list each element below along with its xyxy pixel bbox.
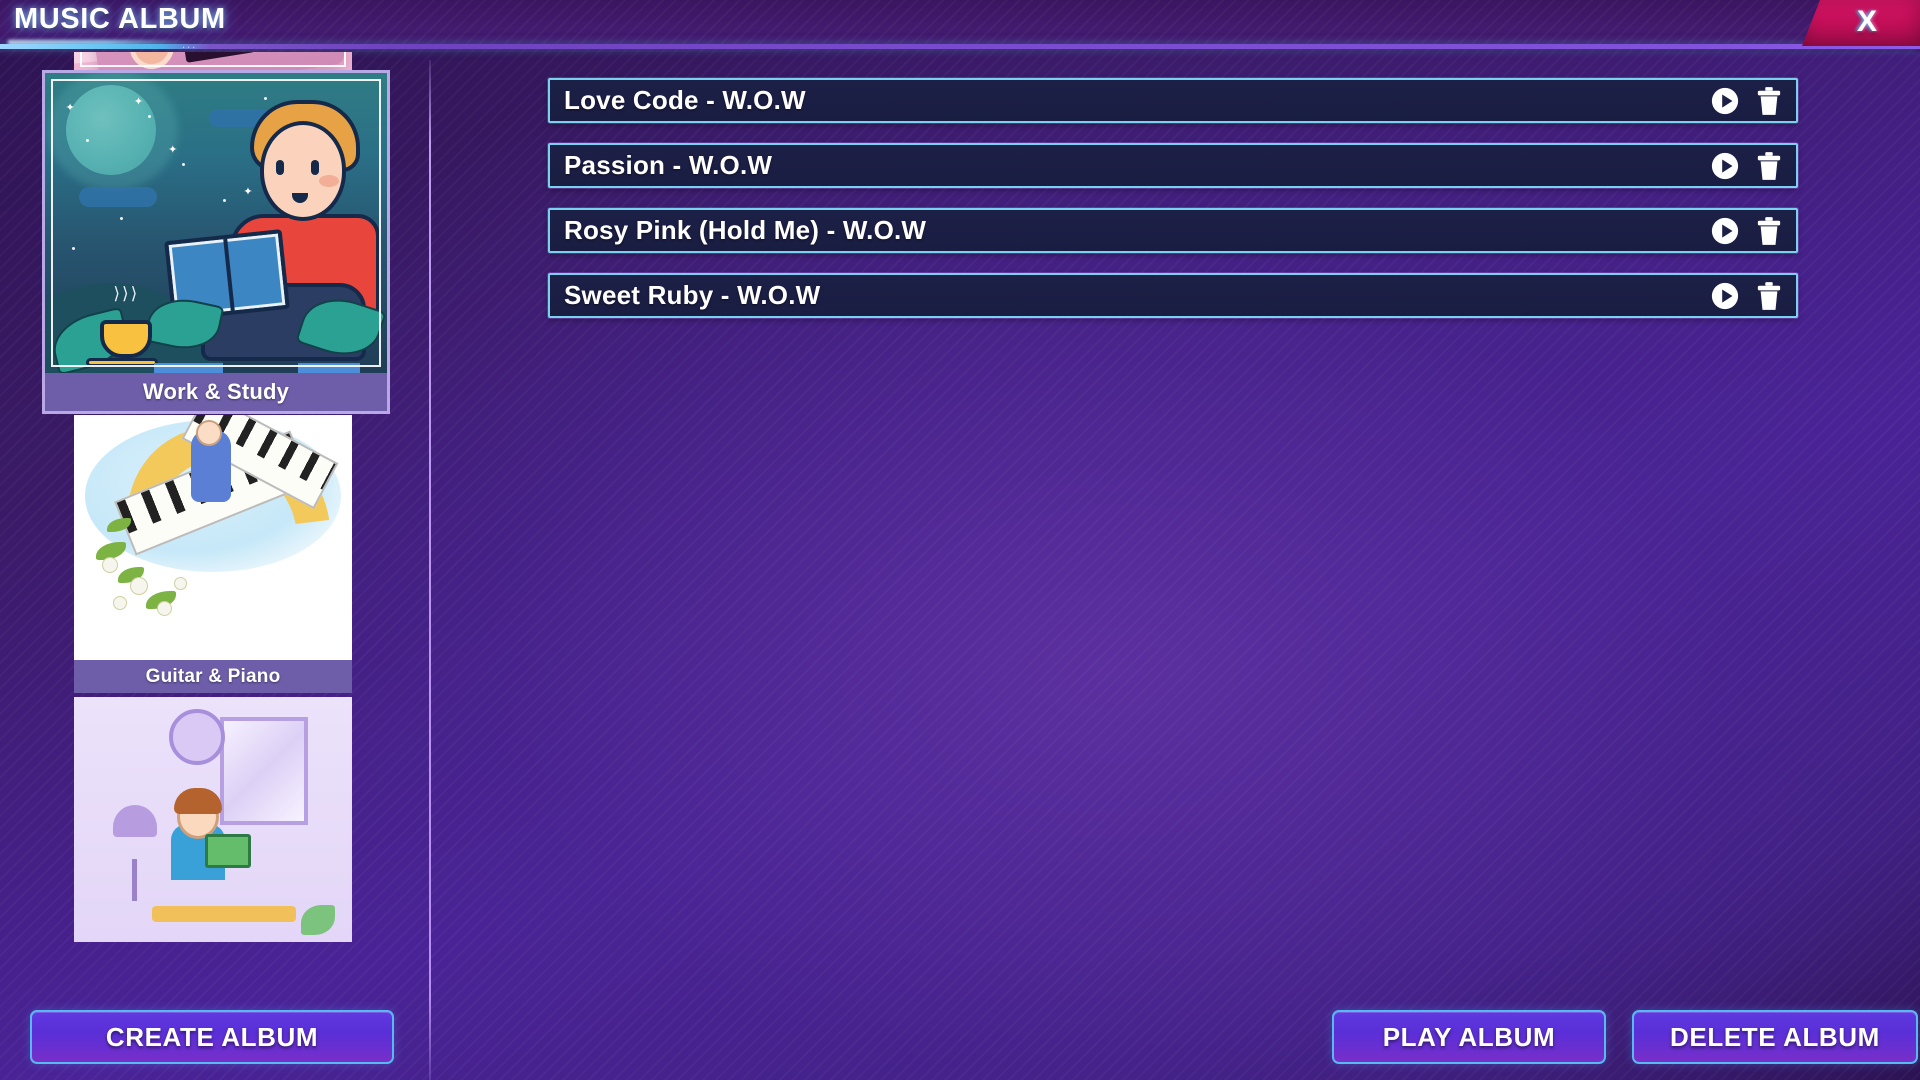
create-album-button[interactable]: CREATE ALBUM: [30, 1010, 394, 1064]
title-underline: [0, 44, 1920, 49]
song-actions: [1710, 151, 1796, 181]
song-row[interactable]: Love Code - W.O.W: [548, 78, 1798, 123]
night-reading-art-icon: ✦ ✦ ✦ ✦ ✦ ⟩⟩⟩: [45, 73, 387, 373]
song-actions: [1710, 281, 1796, 311]
song-title: Rosy Pink (Hold Me) - W.O.W: [564, 215, 927, 245]
album-thumbnail: [74, 697, 352, 942]
play-icon[interactable]: [1710, 151, 1740, 181]
panel-divider: [429, 60, 431, 1080]
album-card-cassette[interactable]: [74, 52, 352, 73]
album-card-room-reading[interactable]: [74, 697, 352, 942]
album-thumbnail: [74, 415, 352, 660]
piano-moon-art-icon: [74, 415, 352, 660]
album-list-panel[interactable]: ✦ ✦ ✦ ✦ ✦ ⟩⟩⟩: [0, 52, 428, 992]
page-title: MUSIC ALBUM: [14, 3, 226, 35]
album-thumbnail: ✦ ✦ ✦ ✦ ✦ ⟩⟩⟩: [45, 73, 387, 373]
song-row[interactable]: Sweet Ruby - W.O.W: [548, 273, 1798, 318]
album-card-guitar-and-piano[interactable]: Guitar & Piano: [74, 415, 352, 693]
delete-album-button[interactable]: DELETE ALBUM: [1632, 1010, 1918, 1064]
cassette-art-icon: [74, 52, 352, 73]
song-title: Sweet Ruby - W.O.W: [564, 280, 821, 310]
album-label: Guitar & Piano: [74, 660, 352, 693]
trash-icon[interactable]: [1756, 281, 1782, 311]
song-list: Love Code - W.O.W Passion - W.O.W Rosy P…: [548, 78, 1798, 338]
room-reading-art-icon: [74, 697, 352, 942]
album-strip: ✦ ✦ ✦ ✦ ✦ ⟩⟩⟩: [0, 52, 428, 942]
play-album-button[interactable]: PLAY ALBUM: [1332, 1010, 1606, 1064]
song-title: Love Code - W.O.W: [564, 85, 806, 115]
song-actions: [1710, 86, 1796, 116]
close-x-icon: X: [1856, 5, 1877, 38]
play-icon[interactable]: [1710, 86, 1740, 116]
song-row[interactable]: Passion - W.O.W: [548, 143, 1798, 188]
album-card-work-and-study[interactable]: ✦ ✦ ✦ ✦ ✦ ⟩⟩⟩: [42, 70, 390, 414]
play-icon[interactable]: [1710, 281, 1740, 311]
album-label: Work & Study: [45, 373, 387, 411]
title-bar: MUSIC ALBUM ... X: [0, 0, 1920, 52]
play-icon[interactable]: [1710, 216, 1740, 246]
trash-icon[interactable]: [1756, 151, 1782, 181]
title-dots: ...: [182, 39, 198, 51]
song-row[interactable]: Rosy Pink (Hold Me) - W.O.W: [548, 208, 1798, 253]
song-actions: [1710, 216, 1796, 246]
trash-icon[interactable]: [1756, 216, 1782, 246]
song-title: Passion - W.O.W: [564, 150, 773, 180]
trash-icon[interactable]: [1756, 86, 1782, 116]
album-thumbnail: [74, 52, 352, 73]
close-button[interactable]: X: [1802, 0, 1920, 46]
